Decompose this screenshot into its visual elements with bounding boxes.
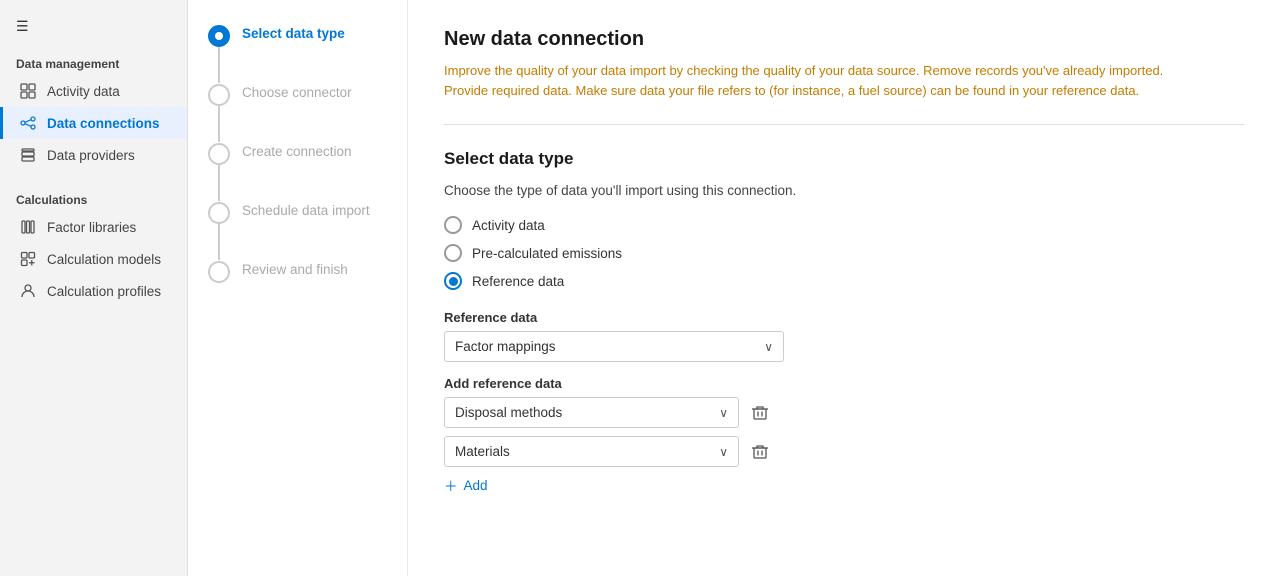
step-create-connection: Create connection	[208, 142, 387, 201]
section-title-data-management: Data management	[0, 49, 187, 75]
step-circle-4	[208, 202, 230, 224]
radio-outer-activity	[444, 216, 462, 234]
calculation-models-icon	[19, 250, 37, 268]
reference-data-field: Reference data Factor mappings ∨	[444, 310, 1244, 362]
sidebar-item-factor-libraries[interactable]: Factor libraries	[0, 211, 187, 243]
radio-outer-reference	[444, 272, 462, 290]
step-label-3: Create connection	[242, 142, 352, 189]
step-label-4: Schedule data import	[242, 201, 370, 248]
sidebar-item-label: Activity data	[47, 84, 120, 99]
main-content: New data connection Improve the quality …	[408, 0, 1280, 576]
sidebar-section-calculations: Calculations Factor libraries Calculatio…	[0, 185, 187, 307]
add-reference-row-2: Materials ∨	[444, 436, 1244, 467]
sidebar-item-label: Data connections	[47, 116, 160, 131]
radio-label-precalc: Pre-calculated emissions	[472, 246, 622, 261]
add-button-label: Add	[464, 478, 488, 493]
section-description: Choose the type of data you'll import us…	[444, 183, 1244, 198]
info-text: Improve the quality of your data import …	[444, 61, 1174, 100]
step-review-and-finish: Review and finish	[208, 260, 387, 307]
sidebar-item-calculation-models[interactable]: Calculation models	[0, 243, 187, 275]
step-choose-connector: Choose connector	[208, 83, 387, 142]
add-reference-dropdown-1[interactable]: Disposal methods ∨	[444, 397, 739, 428]
add-reference-value-2: Materials	[455, 444, 510, 459]
radio-label-reference: Reference data	[472, 274, 564, 289]
page-title: New data connection	[444, 28, 1244, 51]
step-label-5: Review and finish	[242, 260, 348, 307]
activity-data-icon	[19, 82, 37, 100]
hamburger-icon: ☰	[16, 18, 29, 34]
step-circle-3	[208, 143, 230, 165]
sidebar-section-data-management: Data management Activity data Data conne…	[0, 49, 187, 171]
hamburger-button[interactable]: ☰	[0, 8, 187, 49]
dropdown-chevron-icon-2: ∨	[719, 445, 728, 459]
sidebar-item-data-providers[interactable]: Data providers	[0, 139, 187, 171]
sidebar-item-label: Calculation models	[47, 252, 161, 267]
reference-data-dropdown-value: Factor mappings	[455, 339, 556, 354]
add-reference-value-1: Disposal methods	[455, 405, 562, 420]
step-schedule-data-import: Schedule data import	[208, 201, 387, 260]
delete-reference-row-2-button[interactable]	[747, 439, 773, 465]
step-select-data-type: Select data type	[208, 24, 387, 83]
add-reference-data-section: Add reference data Disposal methods ∨ Ma…	[444, 376, 1244, 495]
reference-data-dropdown[interactable]: Factor mappings ∨	[444, 331, 784, 362]
step-circle-1	[208, 25, 230, 47]
sidebar-item-label: Data providers	[47, 148, 135, 163]
section-title-calculations: Calculations	[0, 185, 187, 211]
reference-data-field-label: Reference data	[444, 310, 1244, 325]
wizard-steps-panel: Select data type Choose connector Create…	[188, 0, 408, 576]
data-type-radio-group: Activity data Pre-calculated emissions R…	[444, 216, 1244, 290]
radio-inner-reference	[449, 277, 458, 286]
step-circle-5	[208, 261, 230, 283]
delete-reference-row-1-button[interactable]	[747, 400, 773, 426]
dropdown-chevron-icon-1: ∨	[719, 406, 728, 420]
radio-activity-data[interactable]: Activity data	[444, 216, 1244, 234]
radio-reference-data[interactable]: Reference data	[444, 272, 1244, 290]
section-divider	[444, 124, 1244, 125]
add-reference-data-label: Add reference data	[444, 376, 1244, 391]
sidebar-item-calculation-profiles[interactable]: Calculation profiles	[0, 275, 187, 307]
step-label-2: Choose connector	[242, 83, 352, 130]
add-reference-dropdown-2[interactable]: Materials ∨	[444, 436, 739, 467]
add-plus-icon: ＋	[444, 475, 458, 495]
calculation-profiles-icon	[19, 282, 37, 300]
sidebar-item-data-connections[interactable]: Data connections	[0, 107, 187, 139]
radio-outer-precalc	[444, 244, 462, 262]
dropdown-chevron-icon: ∨	[764, 340, 773, 354]
add-reference-button[interactable]: ＋ Add	[444, 475, 488, 495]
sidebar-item-label: Factor libraries	[47, 220, 136, 235]
add-reference-row-1: Disposal methods ∨	[444, 397, 1244, 428]
sidebar-item-activity-data[interactable]: Activity data	[0, 75, 187, 107]
section-heading: Select data type	[444, 149, 1244, 169]
radio-pre-calculated[interactable]: Pre-calculated emissions	[444, 244, 1244, 262]
sidebar-item-label: Calculation profiles	[47, 284, 161, 299]
data-connections-icon	[19, 114, 37, 132]
factor-libraries-icon	[19, 218, 37, 236]
radio-label-activity: Activity data	[472, 218, 545, 233]
sidebar: ☰ Data management Activity data Data con…	[0, 0, 188, 576]
step-label-1: Select data type	[242, 24, 345, 71]
step-circle-2	[208, 84, 230, 106]
data-providers-icon	[19, 146, 37, 164]
